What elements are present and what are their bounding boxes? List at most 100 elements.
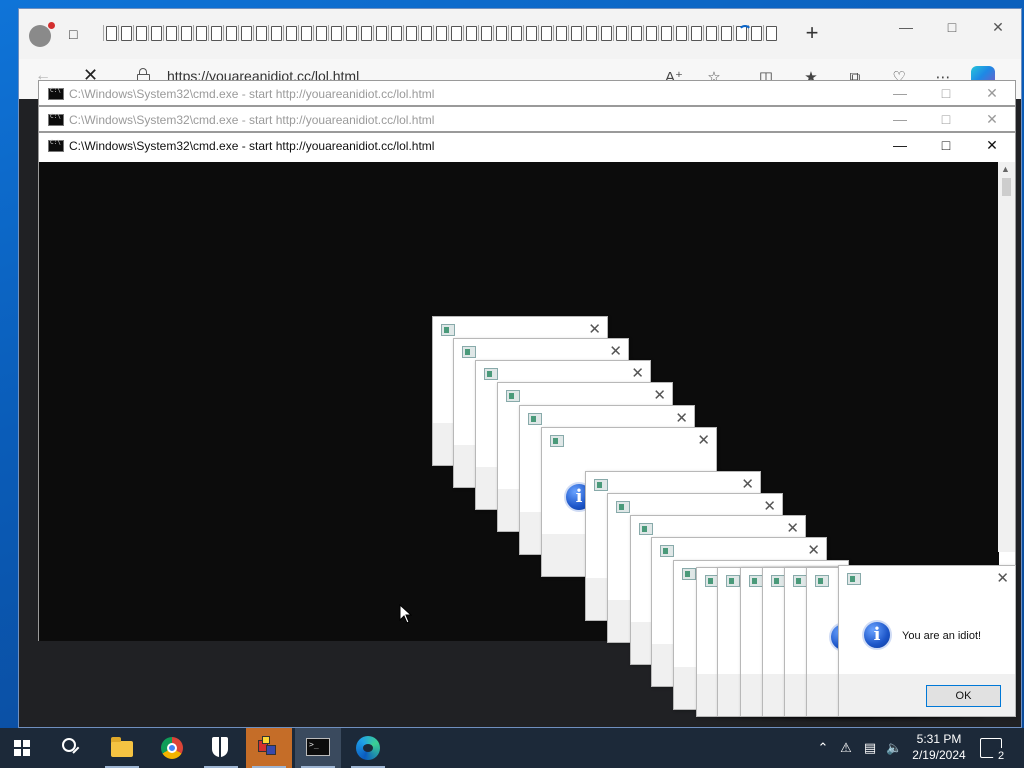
browser-tab[interactable] bbox=[163, 23, 178, 43]
browser-tab[interactable] bbox=[613, 23, 628, 43]
browser-tab[interactable] bbox=[403, 23, 418, 43]
maximize-button[interactable]: □ bbox=[923, 107, 969, 133]
browser-tab[interactable] bbox=[313, 23, 328, 43]
browser-tab[interactable] bbox=[508, 23, 523, 43]
ok-button[interactable]: OK bbox=[926, 685, 1001, 707]
show-hidden-icons-chevron-icon[interactable]: ⌃ bbox=[815, 740, 831, 756]
browser-tab[interactable] bbox=[643, 23, 658, 43]
close-button[interactable]: ✕ bbox=[969, 107, 1015, 133]
browser-tab[interactable] bbox=[268, 23, 283, 43]
browser-tab[interactable] bbox=[553, 23, 568, 43]
clock[interactable]: 5:31 PM 2/19/2024 bbox=[904, 731, 974, 763]
maximize-button[interactable]: □ bbox=[923, 81, 969, 107]
message-box-titlebar[interactable]: ✕ bbox=[542, 428, 716, 454]
browser-tab[interactable] bbox=[328, 23, 343, 43]
cmd-taskbar-button[interactable] bbox=[295, 728, 341, 768]
tab-actions-icon[interactable]: □ bbox=[69, 26, 85, 42]
browser-tab[interactable] bbox=[283, 23, 298, 43]
chrome-button[interactable] bbox=[149, 728, 195, 768]
app-icon bbox=[682, 568, 696, 580]
browser-tab[interactable] bbox=[388, 23, 403, 43]
maximize-button[interactable]: □ bbox=[923, 133, 969, 159]
browser-tab[interactable] bbox=[253, 23, 268, 43]
close-icon[interactable]: ✕ bbox=[807, 541, 820, 559]
browser-tab[interactable] bbox=[358, 23, 373, 43]
browser-tab[interactable] bbox=[133, 23, 148, 43]
browser-tab[interactable] bbox=[298, 23, 313, 43]
cmd-titlebar[interactable]: C:\Windows\System32\cmd.exe - start http… bbox=[39, 133, 1015, 159]
browser-tab[interactable] bbox=[103, 23, 118, 43]
browser-tab[interactable] bbox=[148, 23, 163, 43]
console-scrollbar[interactable]: ▲ bbox=[998, 162, 1015, 552]
search-button[interactable] bbox=[48, 728, 94, 768]
browser-tab[interactable] bbox=[688, 23, 703, 43]
cmd-window-1[interactable]: C:\Windows\System32\cmd.exe - start http… bbox=[38, 80, 1016, 106]
browser-tab[interactable] bbox=[418, 23, 433, 43]
browser-tab[interactable] bbox=[703, 23, 718, 43]
browser-tab[interactable] bbox=[478, 23, 493, 43]
scroll-up-icon[interactable]: ▲ bbox=[1001, 164, 1010, 174]
browser-tab[interactable] bbox=[463, 23, 478, 43]
minimize-button[interactable]: — bbox=[883, 13, 929, 43]
windows-security-button[interactable] bbox=[198, 728, 244, 768]
close-button[interactable]: ✕ bbox=[969, 133, 1015, 159]
close-icon[interactable]: ✕ bbox=[741, 475, 754, 493]
scroll-thumb[interactable] bbox=[1002, 178, 1011, 196]
browser-tab[interactable] bbox=[658, 23, 673, 43]
volume-muted-icon[interactable]: 🔈 bbox=[886, 740, 902, 756]
browser-tab[interactable] bbox=[523, 23, 538, 43]
browser-tab[interactable] bbox=[448, 23, 463, 43]
browser-tab[interactable] bbox=[538, 23, 553, 43]
minimize-button[interactable]: — bbox=[877, 81, 923, 107]
browser-tab[interactable] bbox=[373, 23, 388, 43]
close-icon[interactable]: ✕ bbox=[675, 409, 688, 427]
network-icon[interactable]: ▤ bbox=[862, 740, 878, 756]
cmd-titlebar[interactable]: C:\Windows\System32\cmd.exe - start http… bbox=[39, 81, 1015, 107]
browser-tab[interactable] bbox=[223, 23, 238, 43]
browser-tab[interactable] bbox=[673, 23, 688, 43]
browser-tab[interactable] bbox=[343, 23, 358, 43]
close-icon[interactable]: ✕ bbox=[786, 519, 799, 537]
file-explorer-button[interactable] bbox=[99, 728, 145, 768]
browser-tab[interactable] bbox=[628, 23, 643, 43]
setup-button[interactable] bbox=[246, 728, 292, 768]
app-icon bbox=[616, 501, 630, 513]
browser-tab[interactable] bbox=[763, 23, 778, 43]
cmd-titlebar[interactable]: C:\Windows\System32\cmd.exe - start http… bbox=[39, 107, 1015, 133]
app-icon bbox=[771, 575, 785, 587]
browser-tab[interactable] bbox=[598, 23, 613, 43]
browser-tab[interactable] bbox=[493, 23, 508, 43]
close-icon[interactable]: ✕ bbox=[653, 386, 666, 404]
browser-tab[interactable] bbox=[178, 23, 193, 43]
edge-taskbar-button[interactable] bbox=[345, 728, 391, 768]
minimize-button[interactable]: — bbox=[877, 133, 923, 159]
app-icon bbox=[847, 573, 861, 585]
browser-tab[interactable] bbox=[208, 23, 223, 43]
close-icon[interactable]: ✕ bbox=[609, 342, 622, 360]
close-button[interactable]: ✕ bbox=[969, 81, 1015, 107]
file-explorer-icon bbox=[111, 737, 133, 757]
browser-tab[interactable] bbox=[433, 23, 448, 43]
close-icon[interactable]: ✕ bbox=[631, 364, 644, 382]
close-icon[interactable]: ✕ bbox=[697, 431, 710, 449]
close-icon[interactable]: ✕ bbox=[996, 569, 1009, 587]
close-button[interactable]: ✕ bbox=[975, 13, 1021, 43]
message-box[interactable]: ✕ i You are an idiot! OK bbox=[838, 565, 1016, 717]
cmd-icon bbox=[48, 87, 64, 100]
new-tab-button[interactable]: + bbox=[799, 21, 825, 47]
close-icon[interactable]: ✕ bbox=[763, 497, 776, 515]
message-box-titlebar[interactable]: ✕ bbox=[839, 566, 1015, 592]
browser-tab[interactable] bbox=[118, 23, 133, 43]
security-tray-icon[interactable]: ⚠ bbox=[838, 740, 854, 756]
start-button[interactable] bbox=[0, 728, 46, 768]
browser-tab[interactable] bbox=[193, 23, 208, 43]
profile-avatar[interactable] bbox=[29, 22, 55, 47]
browser-tab[interactable] bbox=[583, 23, 598, 43]
maximize-button[interactable]: □ bbox=[929, 13, 975, 43]
browser-tab[interactable] bbox=[238, 23, 253, 43]
browser-tab[interactable] bbox=[568, 23, 583, 43]
close-icon[interactable]: ✕ bbox=[588, 320, 601, 338]
browser-tab[interactable] bbox=[718, 23, 733, 43]
cmd-window-2[interactable]: C:\Windows\System32\cmd.exe - start http… bbox=[38, 106, 1016, 132]
minimize-button[interactable]: — bbox=[877, 107, 923, 133]
